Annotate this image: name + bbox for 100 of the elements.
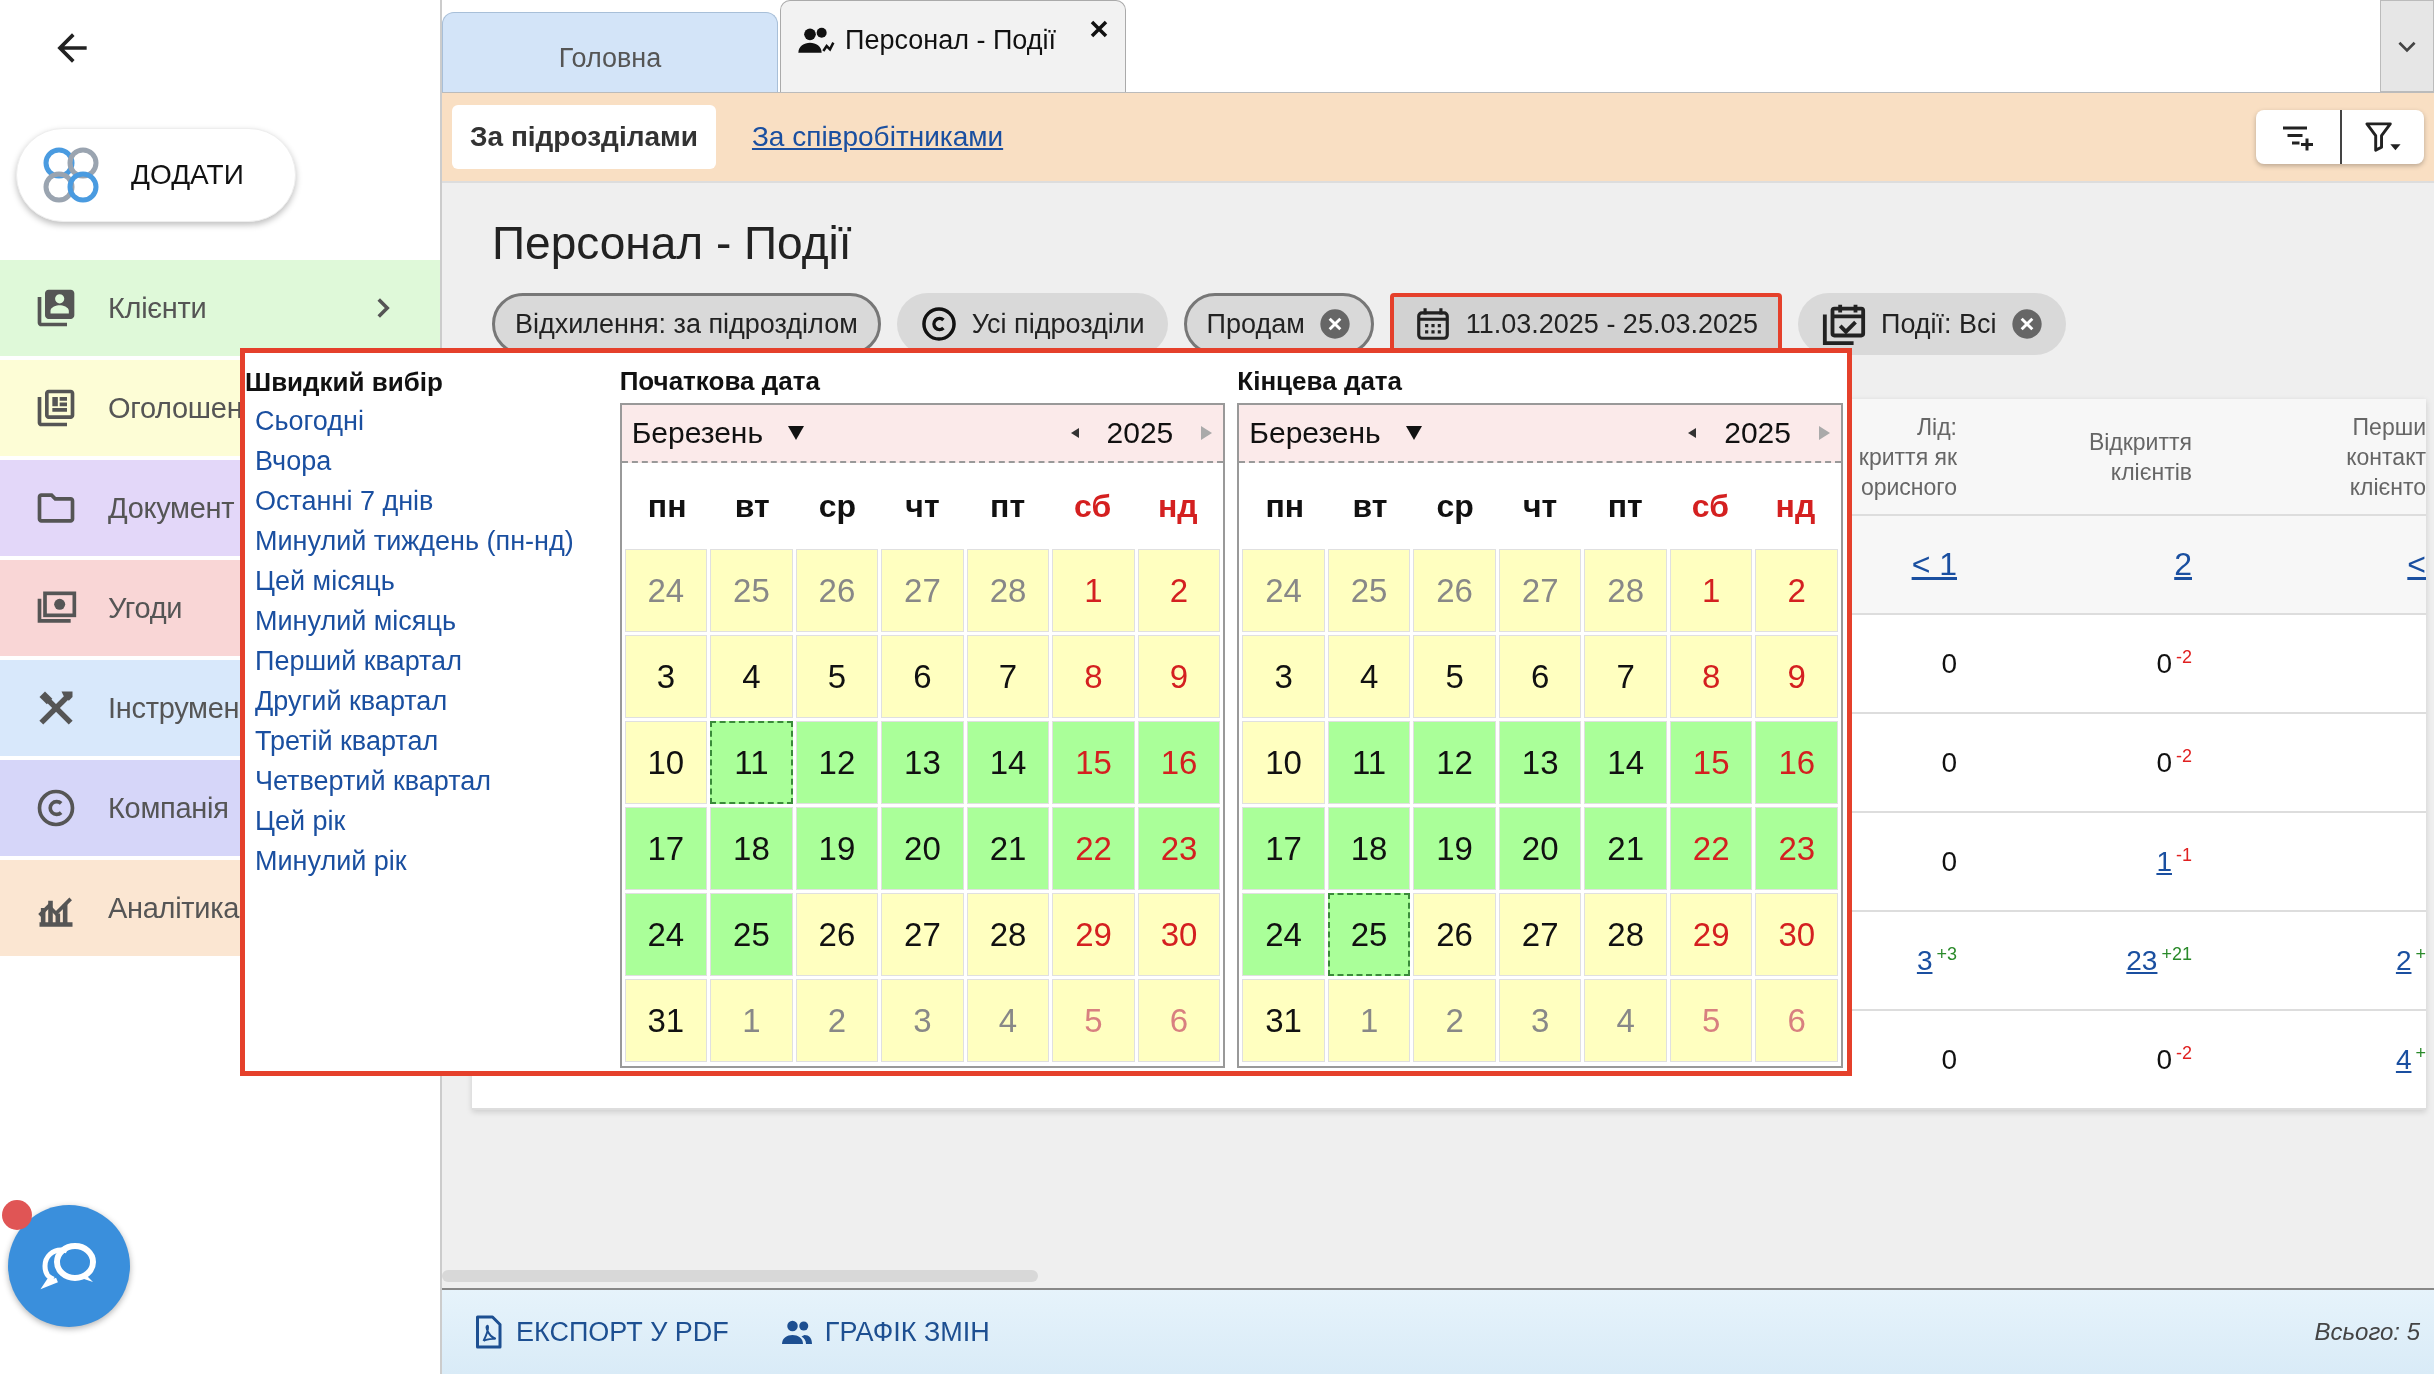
- calendar-day[interactable]: 19: [795, 807, 879, 890]
- calendar-day[interactable]: 27: [881, 893, 964, 976]
- calendar-day[interactable]: 7: [966, 635, 1050, 718]
- view-tab[interactable]: За співробітниками: [751, 121, 1004, 153]
- calendar-day[interactable]: 25: [1327, 893, 1411, 976]
- calendar-day[interactable]: 29: [1669, 893, 1753, 976]
- calendar-day[interactable]: 24: [624, 893, 708, 976]
- calendar-day[interactable]: 3: [1242, 635, 1325, 718]
- calendar-day[interactable]: 25: [710, 893, 793, 976]
- value-link[interactable]: 23: [2126, 944, 2158, 977]
- value-link[interactable]: 4: [2395, 1043, 2412, 1076]
- month-select[interactable]: Березень: [631, 416, 805, 450]
- calendar-day[interactable]: 2: [1755, 549, 1838, 632]
- weekday-label: пн: [646, 487, 688, 525]
- value-link[interactable]: 1: [2156, 845, 2172, 878]
- calendar-day[interactable]: 17: [624, 807, 708, 890]
- copyright-icon: [919, 305, 958, 343]
- calendar-day[interactable]: 18: [1327, 807, 1411, 890]
- previous-year-icon[interactable]: [1686, 426, 1699, 440]
- weekday-label: ср: [1435, 487, 1475, 525]
- calendar-day[interactable]: 26: [1413, 893, 1496, 976]
- sidebar-item[interactable]: Клієнти: [0, 260, 440, 356]
- calendar-day[interactable]: 21: [1584, 807, 1667, 890]
- change-value: -2: [2176, 647, 2192, 666]
- value-link[interactable]: 2: [2395, 944, 2412, 977]
- calendar-day[interactable]: 1: [1669, 549, 1753, 632]
- total-link[interactable]: <: [2407, 546, 2426, 583]
- calendar-day[interactable]: 21: [966, 807, 1050, 890]
- view-tab[interactable]: За підрозділами: [452, 105, 716, 169]
- calendar-day[interactable]: 28: [966, 893, 1050, 976]
- calendar-day[interactable]: 11: [1327, 721, 1411, 804]
- calendar-day[interactable]: 26: [795, 893, 879, 976]
- calendar-day[interactable]: 18: [710, 807, 793, 890]
- calendar-day[interactable]: 31: [1242, 979, 1325, 1062]
- scrollbar[interactable]: [442, 1270, 1038, 1282]
- calendar-day[interactable]: 9: [1755, 635, 1838, 718]
- weekday-label: сб: [1073, 487, 1113, 525]
- calendar-day[interactable]: 30: [1137, 893, 1221, 976]
- weekday-label: ср: [817, 487, 858, 525]
- calendar-day[interactable]: 14: [966, 721, 1050, 804]
- calendar-day[interactable]: 10: [1242, 721, 1325, 804]
- weekday-label: нд: [1156, 487, 1199, 525]
- calendar-day[interactable]: 8: [1669, 635, 1753, 718]
- tab[interactable]: Головна: [442, 12, 778, 92]
- calendar-day[interactable]: 3: [624, 635, 708, 718]
- total-link[interactable]: < 1: [1911, 546, 1957, 583]
- calendar-day[interactable]: 22: [1052, 807, 1135, 890]
- calendar-day[interactable]: 1: [1052, 549, 1135, 632]
- calendar-day[interactable]: 30: [1755, 893, 1838, 976]
- calendar-day[interactable]: 23: [1755, 807, 1838, 890]
- calendar-day[interactable]: 17: [1242, 807, 1325, 890]
- value-link[interactable]: 3: [1916, 944, 1933, 977]
- calendar-day[interactable]: 5: [795, 635, 879, 718]
- calendar-day[interactable]: 13: [881, 721, 964, 804]
- calendar-day[interactable]: 20: [1498, 807, 1582, 890]
- calendar-day[interactable]: 16: [1137, 721, 1221, 804]
- year-value: 2025: [1106, 416, 1174, 450]
- calendar-day[interactable]: 5: [1413, 635, 1496, 718]
- remove-icon[interactable]: [2010, 308, 2043, 340]
- tab[interactable]: Персонал - Події: [780, 0, 1126, 92]
- calendar-day[interactable]: 10: [624, 721, 708, 804]
- total-link[interactable]: 2: [2174, 546, 2192, 583]
- calendar-day[interactable]: 15: [1052, 721, 1135, 804]
- calendar-day[interactable]: 12: [795, 721, 879, 804]
- calendar-day[interactable]: 11: [710, 721, 793, 804]
- change-value: -2: [2176, 746, 2192, 765]
- calendar-day[interactable]: 13: [1498, 721, 1582, 804]
- change-value: -2: [2176, 1043, 2192, 1062]
- year-value: 2025: [1724, 416, 1791, 450]
- calendar-day[interactable]: 12: [1413, 721, 1496, 804]
- add-button[interactable]: ДОДАТИ: [16, 128, 296, 222]
- calendar-day[interactable]: 24: [1242, 893, 1325, 976]
- footer-action-button[interactable]: ГРАФІК ЗМІН: [778, 1314, 990, 1350]
- calendar-day[interactable]: 16: [1755, 721, 1838, 804]
- calendar-day[interactable]: 27: [1498, 893, 1582, 976]
- calendar-day[interactable]: 15: [1669, 721, 1753, 804]
- calendar-day[interactable]: 4: [710, 635, 793, 718]
- calendar-day[interactable]: 20: [881, 807, 964, 890]
- calendar-day[interactable]: 8: [1052, 635, 1135, 718]
- table-value: 0: [1941, 647, 1957, 680]
- calendar-day[interactable]: 2: [1137, 549, 1221, 632]
- month-select[interactable]: Березень: [1249, 416, 1423, 450]
- calendar-day[interactable]: 28: [1584, 893, 1667, 976]
- calendar-day[interactable]: 7: [1584, 635, 1667, 718]
- calendar-day[interactable]: 22: [1669, 807, 1753, 890]
- calendar-day[interactable]: 19: [1413, 807, 1496, 890]
- calendar-day[interactable]: 6: [1498, 635, 1582, 718]
- calendar-day[interactable]: 29: [1052, 893, 1135, 976]
- remove-icon[interactable]: [1318, 308, 1351, 340]
- calendar-label: Кінцева дата: [1237, 365, 1404, 398]
- calendar-day[interactable]: 23: [1137, 807, 1221, 890]
- change-value: +: [2415, 1043, 2426, 1062]
- footer-action-button[interactable]: ЕКСПОРТ У PDF: [470, 1314, 729, 1350]
- column-header: Відкриття клієнтів: [2088, 427, 2192, 487]
- calendar-day[interactable]: 14: [1584, 721, 1667, 804]
- filter-chip[interactable]: Події: Всі: [1798, 293, 2066, 355]
- calendar-day[interactable]: 6: [881, 635, 964, 718]
- calendar-day[interactable]: 4: [1327, 635, 1411, 718]
- calendar-day[interactable]: 31: [624, 979, 708, 1062]
- calendar-day[interactable]: 9: [1137, 635, 1221, 718]
